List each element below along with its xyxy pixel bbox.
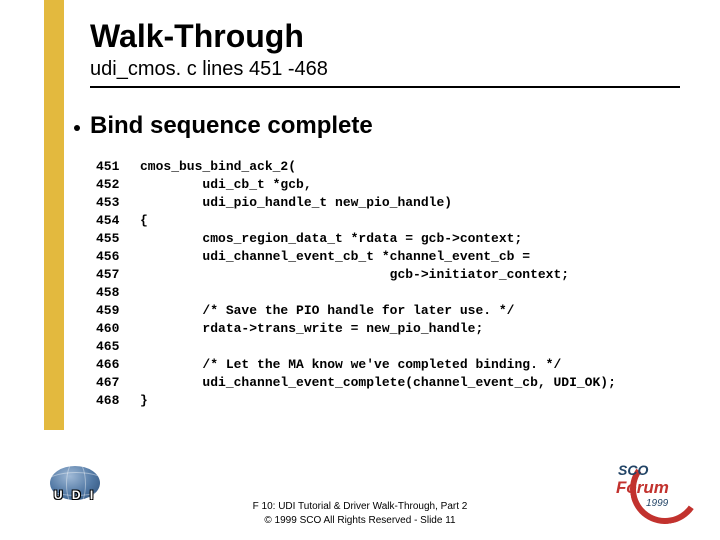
line-number: 466 — [96, 356, 140, 374]
footer: F 10: UDI Tutorial & Driver Walk-Through… — [0, 500, 720, 528]
line-number: 456 — [96, 248, 140, 266]
code-text: cmos_bus_bind_ack_2( — [140, 159, 296, 174]
line-number: 451 — [96, 158, 140, 176]
line-number: 452 — [96, 176, 140, 194]
line-number: 457 — [96, 266, 140, 284]
code-text: udi_cb_t *gcb, — [140, 177, 312, 192]
line-number: 460 — [96, 320, 140, 338]
bullet-dot-icon — [74, 125, 80, 131]
footer-line-2: © 1999 SCO All Rights Reserved - Slide 1… — [0, 514, 720, 528]
code-text: cmos_region_data_t *rdata = gcb->context… — [140, 231, 522, 246]
line-number: 467 — [96, 374, 140, 392]
accent-bar — [44, 0, 64, 430]
code-text: /* Let the MA know we've completed bindi… — [140, 357, 561, 372]
code-text: udi_channel_event_complete(channel_event… — [140, 375, 616, 390]
slide: Walk-Through udi_cmos. c lines 451 -468 … — [0, 0, 720, 540]
code-text: udi_channel_event_cb_t *channel_event_cb… — [140, 249, 530, 264]
bullet-item: Bind sequence complete — [74, 112, 373, 140]
line-number: 453 — [96, 194, 140, 212]
line-number: 459 — [96, 302, 140, 320]
line-number: 465 — [96, 338, 140, 356]
forum-text: Forum — [616, 478, 669, 498]
line-number: 455 — [96, 230, 140, 248]
code-block: 451cmos_bus_bind_ack_2( 452 udi_cb_t *gc… — [96, 158, 616, 410]
code-text: /* Save the PIO handle for later use. */ — [140, 303, 514, 318]
slide-subtitle: udi_cmos. c lines 451 -468 — [90, 58, 328, 81]
code-text: rdata->trans_write = new_pio_handle; — [140, 321, 483, 336]
line-number: 468 — [96, 392, 140, 410]
code-text: gcb->initiator_context; — [140, 267, 569, 282]
sco-text: SCO — [618, 462, 648, 478]
title-rule — [90, 86, 680, 88]
bullet-text: Bind sequence complete — [90, 112, 373, 140]
footer-line-1: F 10: UDI Tutorial & Driver Walk-Through… — [0, 500, 720, 514]
slide-title: Walk-Through — [90, 18, 304, 55]
code-text: udi_pio_handle_t new_pio_handle) — [140, 195, 452, 210]
line-number: 458 — [96, 284, 140, 302]
code-text: { — [140, 213, 148, 228]
code-text: } — [140, 393, 148, 408]
line-number: 454 — [96, 212, 140, 230]
